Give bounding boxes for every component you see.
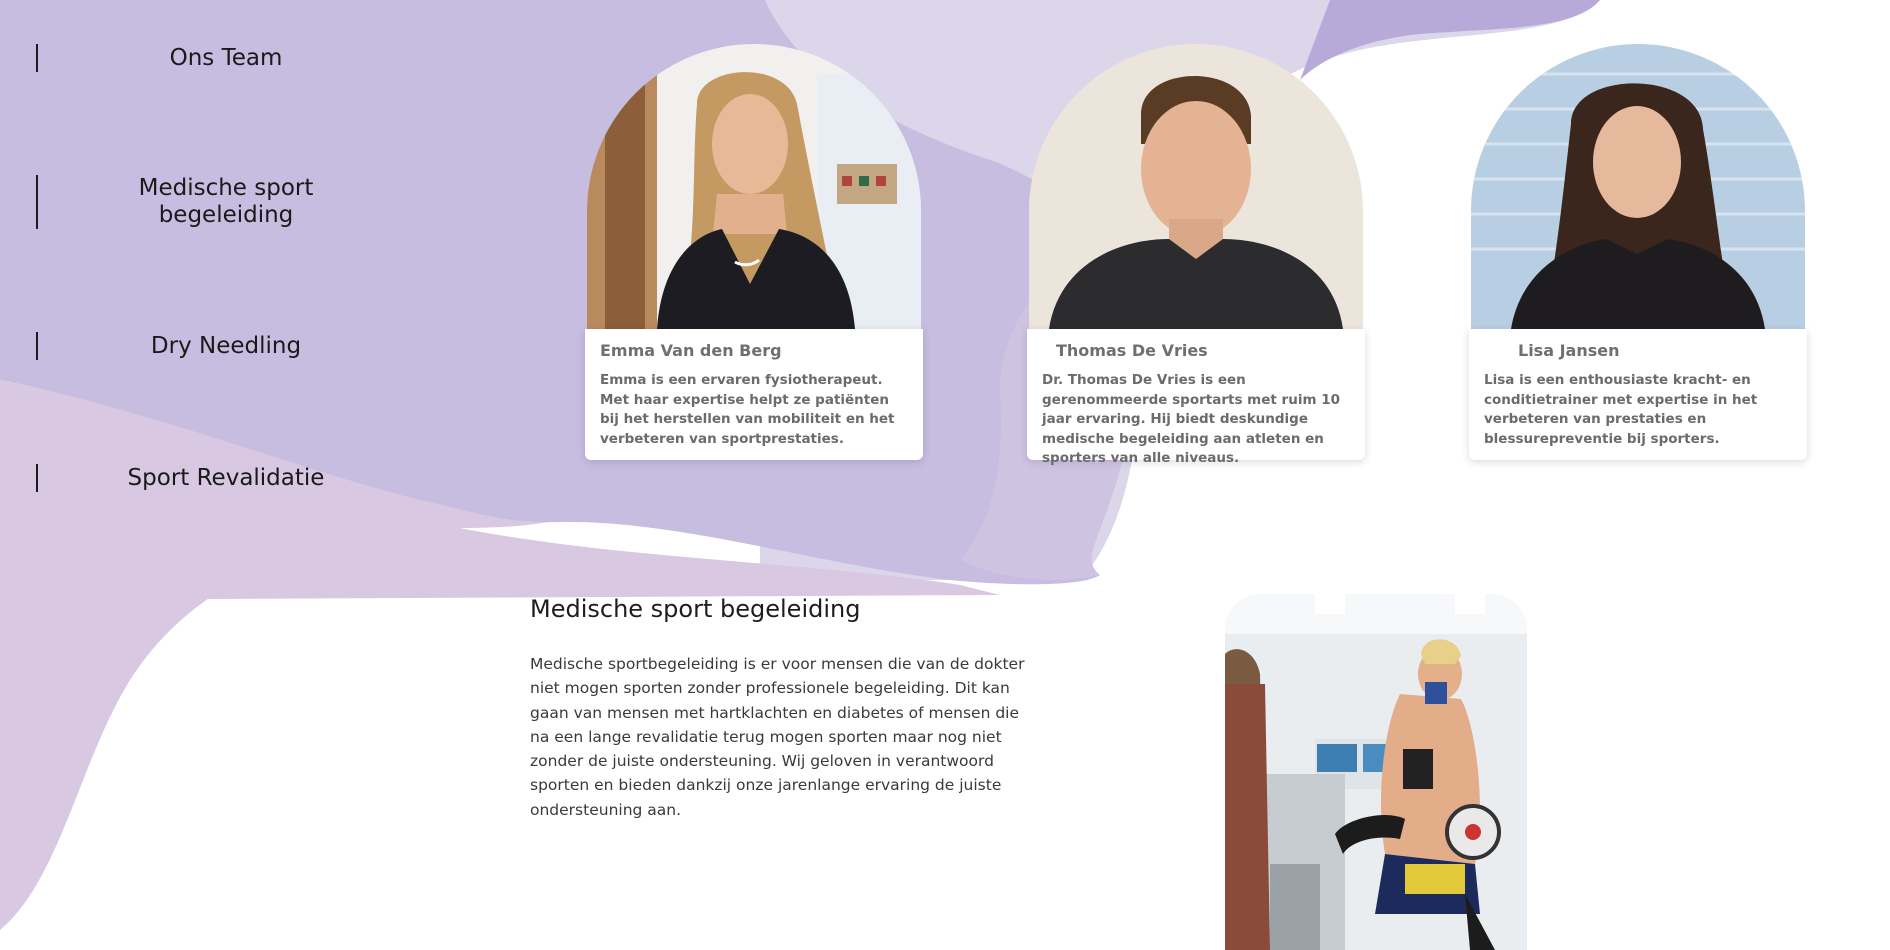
team-card: Lisa Jansen Lisa is een enthousiaste kra…: [1469, 44, 1807, 460]
sidebar-nav: Ons Team Medische sport begeleiding Dry …: [0, 0, 460, 560]
team-member-photo: [1029, 44, 1363, 329]
sidebar-item-ons-team[interactable]: Ons Team: [36, 44, 416, 72]
team-member-name: Lisa Jansen: [1518, 341, 1620, 360]
team-card: Thomas De Vries Dr. Thomas De Vries is e…: [1027, 44, 1365, 466]
team-card-body: Thomas De Vries Dr. Thomas De Vries is e…: [1027, 329, 1365, 466]
team-card-body: Emma Van den Berg Emma is een ervaren fy…: [585, 329, 923, 460]
sidebar-item-label: Ons Team: [169, 44, 283, 71]
medische-sport-section: Medische sport begeleiding Medische spor…: [530, 594, 1040, 822]
team-member-name: Thomas De Vries: [1056, 341, 1208, 360]
sidebar-item-medische-sport-begeleiding[interactable]: Medische sport begeleiding: [36, 174, 416, 230]
team-card: Emma Van den Berg Emma is een ervaren fy…: [585, 44, 923, 460]
section-photo: [1225, 594, 1527, 950]
team-section: Emma Van den Berg Emma is een ervaren fy…: [585, 44, 1815, 466]
team-member-name: Emma Van den Berg: [600, 341, 782, 360]
nav-indicator: [36, 464, 38, 492]
team-member-bio: Dr. Thomas De Vries is een gerenommeerde…: [1042, 372, 1341, 466]
sidebar-item-dry-needling[interactable]: Dry Needling: [36, 332, 416, 360]
team-member-bio: Emma is een ervaren fysiotherapeut. Met …: [600, 372, 895, 447]
section-title: Medische sport begeleiding: [530, 595, 861, 623]
sidebar-item-label: Medische sport begeleiding: [138, 175, 314, 228]
section-text: Medische sportbegeleiding is er voor men…: [530, 655, 1025, 819]
nav-indicator: [36, 175, 38, 229]
team-member-photo: [1471, 44, 1805, 329]
sidebar-item-sport-revalidatie[interactable]: Sport Revalidatie: [36, 464, 416, 492]
sidebar-item-label: Sport Revalidatie: [127, 464, 325, 491]
team-member-bio: Lisa is een enthousiaste kracht- en cond…: [1484, 372, 1758, 447]
team-card-body: Lisa Jansen Lisa is een enthousiaste kra…: [1469, 329, 1807, 460]
nav-indicator: [36, 44, 38, 72]
nav-indicator: [36, 332, 38, 360]
team-member-photo: [587, 44, 921, 329]
sidebar-item-label: Dry Needling: [150, 332, 302, 359]
